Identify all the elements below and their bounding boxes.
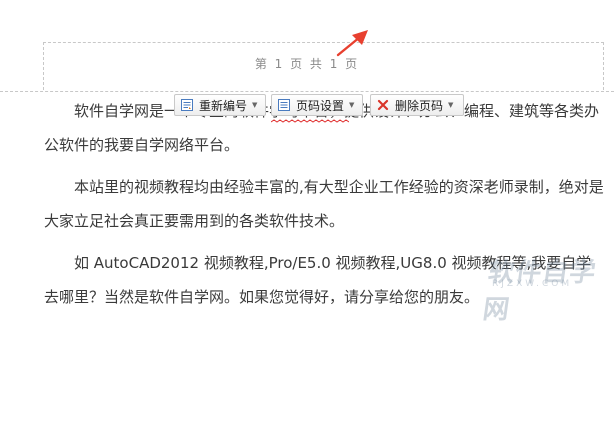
annotation-arrow-icon <box>336 30 368 57</box>
spellcheck-underline <box>271 119 349 123</box>
page-number-settings-label: 页码设置 <box>296 98 345 113</box>
site-watermark-url: RJZXW.COM <box>492 279 573 289</box>
header-divider <box>0 91 614 92</box>
document-page: 第 1 页 共 1 页 软件自学网是一个专业的软件学习平台，提供设计、办公、编程… <box>0 0 614 440</box>
delete-x-icon <box>377 99 389 111</box>
renumber-icon <box>181 99 193 111</box>
page-number-settings-button[interactable]: 页码设置 ▼ <box>271 94 363 116</box>
renumber-button[interactable]: 重新编号 ▼ <box>174 94 266 116</box>
paragraph: 本站里的视频教程均由经验丰富的,有大型企业工作经验的资深老师录制，绝对是大家立足… <box>44 178 604 230</box>
chevron-down-icon: ▼ <box>349 101 355 109</box>
renumber-label: 重新编号 <box>199 98 248 113</box>
page-number-field[interactable]: 第 1 页 共 1 页 <box>0 55 614 72</box>
delete-page-number-label: 删除页码 <box>395 98 444 113</box>
chevron-down-icon: ▼ <box>252 101 258 109</box>
page-settings-icon <box>278 99 290 111</box>
site-watermark: 软件自学网 <box>480 258 599 325</box>
delete-page-number-button[interactable]: 删除页码 ▼ <box>370 94 464 116</box>
chevron-down-icon: ▼ <box>448 101 454 109</box>
